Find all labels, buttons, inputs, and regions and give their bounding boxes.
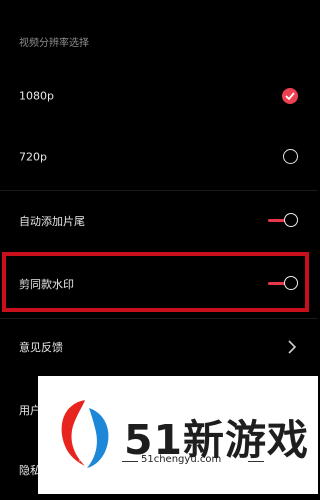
option-label: 720p — [19, 150, 47, 164]
setting-label: 自动添加片尾 — [19, 215, 85, 228]
chevron-right-icon[interactable] — [288, 340, 296, 354]
option-label: 1080p — [19, 89, 54, 103]
section-title-resolution: 视频分辨率选择 — [19, 38, 89, 49]
resolution-option-1080p[interactable]: 1080p — [0, 66, 318, 126]
setting-feedback[interactable]: 意见反馈 — [0, 317, 318, 377]
auto-add-ending-toggle[interactable] — [268, 213, 298, 229]
watermark-rule-left — [122, 461, 138, 462]
setting-auto-add-ending[interactable]: 自动添加片尾 — [0, 191, 318, 251]
watermark-url: 51chengyu.com — [141, 454, 222, 465]
watermark-rule-right — [248, 461, 264, 462]
highlight-box — [2, 252, 309, 312]
site-logo-icon — [61, 400, 109, 468]
resolution-option-720p[interactable]: 720p — [0, 127, 318, 187]
checkmark-selected-icon[interactable] — [282, 88, 298, 104]
setting-label: 意见反馈 — [19, 341, 63, 354]
watermark-overlay: 51新游戏 51chengyu.com — [38, 376, 318, 494]
toggle-knob — [284, 213, 298, 227]
radio-unselected-icon[interactable] — [283, 149, 298, 164]
